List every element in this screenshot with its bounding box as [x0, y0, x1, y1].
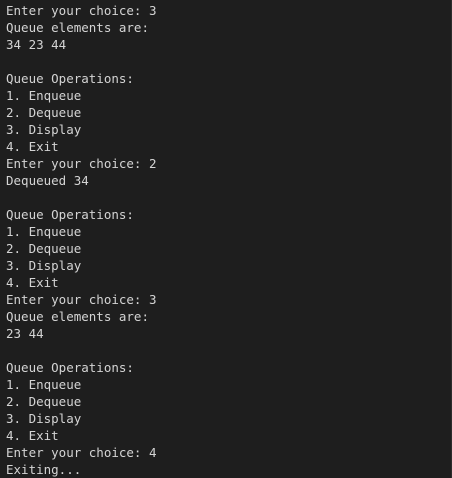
terminal-line: Queue elements are: [6, 309, 149, 324]
terminal-line: Enter your choice: 4 [6, 445, 157, 460]
terminal-line: Queue elements are: [6, 20, 149, 35]
terminal-line: 2. Dequeue [6, 105, 82, 120]
terminal-panel[interactable]: Enter your choice: 3 Queue elements are: 3… [0, 0, 452, 478]
terminal-line: 34 23 44 [6, 37, 67, 52]
terminal-line: Queue Operations: [6, 360, 134, 375]
terminal-line: 1. Enqueue [6, 88, 82, 103]
terminal-line: 3. Display [6, 411, 82, 426]
terminal-line: 1. Enqueue [6, 377, 82, 392]
terminal-line: 2. Dequeue [6, 394, 82, 409]
terminal-output: Enter your choice: 3 Queue elements are: 3… [6, 2, 451, 478]
terminal-line: Dequeued 34 [6, 173, 89, 188]
terminal-line: 23 44 [6, 326, 44, 341]
terminal-line: 2. Dequeue [6, 241, 82, 256]
terminal-line: 3. Display [6, 258, 82, 273]
terminal-line: 4. Exit [6, 275, 59, 290]
terminal-line: Enter your choice: 3 [6, 3, 157, 18]
terminal-line: 4. Exit [6, 428, 59, 443]
terminal-line: Exiting... [6, 462, 82, 477]
terminal-line: Enter your choice: 3 [6, 292, 157, 307]
terminal-line: 4. Exit [6, 139, 59, 154]
terminal-line: 3. Display [6, 122, 82, 137]
terminal-line: 1. Enqueue [6, 224, 82, 239]
terminal-line: Enter your choice: 2 [6, 156, 157, 171]
terminal-line: Queue Operations: [6, 207, 134, 222]
terminal-line: Queue Operations: [6, 71, 134, 86]
